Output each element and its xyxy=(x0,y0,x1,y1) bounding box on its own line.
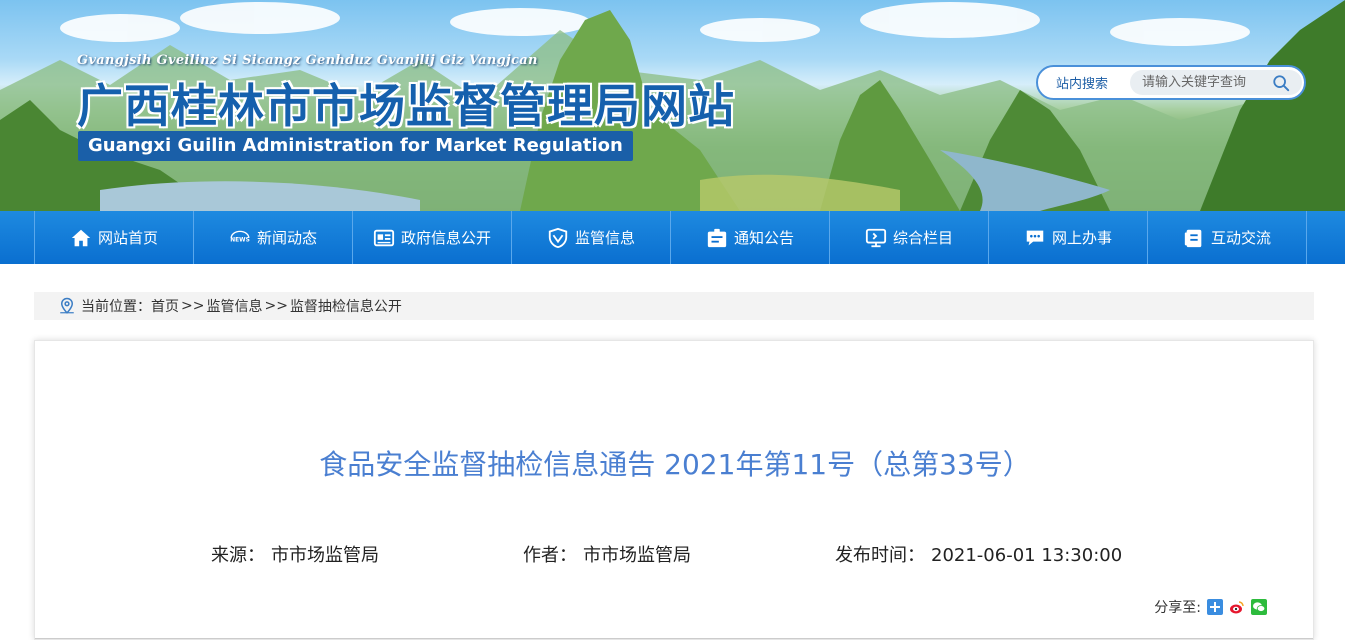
article-title: 食品安全监督抽检信息通告 2021年第11号（总第33号） xyxy=(319,448,1031,481)
breadcrumb-regulation[interactable]: 监管信息 xyxy=(206,296,262,316)
gov-info-icon xyxy=(373,229,395,246)
qzone-share-icon[interactable] xyxy=(1207,599,1223,615)
news-icon: NEWS xyxy=(230,230,250,243)
breadcrumb-separator: >> xyxy=(181,298,205,314)
site-name-zhuang: Gvangjsih Gveilinz Si Sicangz Genhduz Gv… xyxy=(77,53,538,68)
nav-item-interaction[interactable]: 互动交流 xyxy=(1148,211,1307,264)
breadcrumb-separator: >> xyxy=(264,298,288,314)
svg-text:NEWS: NEWS xyxy=(230,237,250,243)
article-panel: 食品安全监督抽检信息通告 2021年第11号（总第33号） 来源： 市市场监管局 … xyxy=(34,340,1314,640)
nav-item-home[interactable]: 网站首页 xyxy=(35,211,194,264)
nav-item-label: 互动交流 xyxy=(1210,229,1271,247)
author-value: 市市场监管局 xyxy=(583,545,691,566)
nav-item-gov-info[interactable]: 政府信息公开 xyxy=(353,211,512,264)
document-icon xyxy=(1184,229,1202,247)
home-icon xyxy=(71,229,91,246)
nav-item-label: 新闻动态 xyxy=(256,229,317,247)
nav-item-label: 政府信息公开 xyxy=(400,229,491,247)
nav-item-label: 监管信息 xyxy=(574,229,635,247)
time-label: 发布时间： xyxy=(835,545,925,566)
breadcrumb-current[interactable]: 监督抽检信息公开 xyxy=(290,296,402,316)
search-label: 站内搜索 xyxy=(1055,77,1108,92)
time-value: 2021-06-01 13:30:00 xyxy=(931,545,1123,566)
header-banner: Gvangjsih Gveilinz Si Sicangz Genhduz Gv… xyxy=(0,0,1345,211)
site-search: 站内搜索 xyxy=(1036,65,1306,100)
article-source: 来源： 市市场监管局 xyxy=(211,541,379,567)
divider xyxy=(35,638,1313,639)
weibo-share-icon[interactable] xyxy=(1229,599,1245,615)
main-nav: 网站首页 NEWS 新闻动态 政府信息公开 监管信息 通知公告 综合栏目 网上办… xyxy=(0,211,1345,264)
monitor-icon xyxy=(865,228,887,247)
source-label: 来源： xyxy=(211,545,265,566)
share-label: 分享至: xyxy=(1154,600,1201,616)
nav-item-online-service[interactable]: 网上办事 xyxy=(989,211,1148,264)
nav-item-news[interactable]: NEWS 新闻动态 xyxy=(194,211,353,264)
breadcrumb-home[interactable]: 首页 xyxy=(151,296,179,316)
wechat-share-icon[interactable] xyxy=(1251,599,1267,615)
site-title: 广西桂林市市场监督管理局网站 xyxy=(77,79,735,133)
notice-icon xyxy=(707,228,727,247)
breadcrumb-prefix: 当前位置： xyxy=(81,299,151,315)
nav-item-label: 网站首页 xyxy=(97,229,158,247)
nav-item-label: 综合栏目 xyxy=(892,229,953,247)
author-label: 作者： xyxy=(523,545,577,566)
site-title-english: Guangxi Guilin Administration for Market… xyxy=(78,131,633,161)
nav-item-label: 通知公告 xyxy=(733,229,794,247)
share-bar: 分享至: xyxy=(1154,597,1267,617)
breadcrumb: 当前位置： 首页 >> 监管信息 >> 监督抽检信息公开 xyxy=(34,292,1314,320)
nav-item-label: 网上办事 xyxy=(1051,229,1112,247)
nav-item-comprehensive[interactable]: 综合栏目 xyxy=(830,211,989,264)
shield-icon xyxy=(548,227,568,248)
chat-icon xyxy=(1026,230,1044,245)
nav-item-regulation[interactable]: 监管信息 xyxy=(512,211,671,264)
article-author: 作者： 市市场监管局 xyxy=(523,541,691,567)
search-icon[interactable] xyxy=(1272,74,1290,92)
location-pin-icon xyxy=(60,297,74,314)
nav-item-notice[interactable]: 通知公告 xyxy=(671,211,830,264)
source-value: 市市场监管局 xyxy=(271,545,379,566)
article-time: 发布时间： 2021-06-01 13:30:00 xyxy=(835,541,1122,567)
